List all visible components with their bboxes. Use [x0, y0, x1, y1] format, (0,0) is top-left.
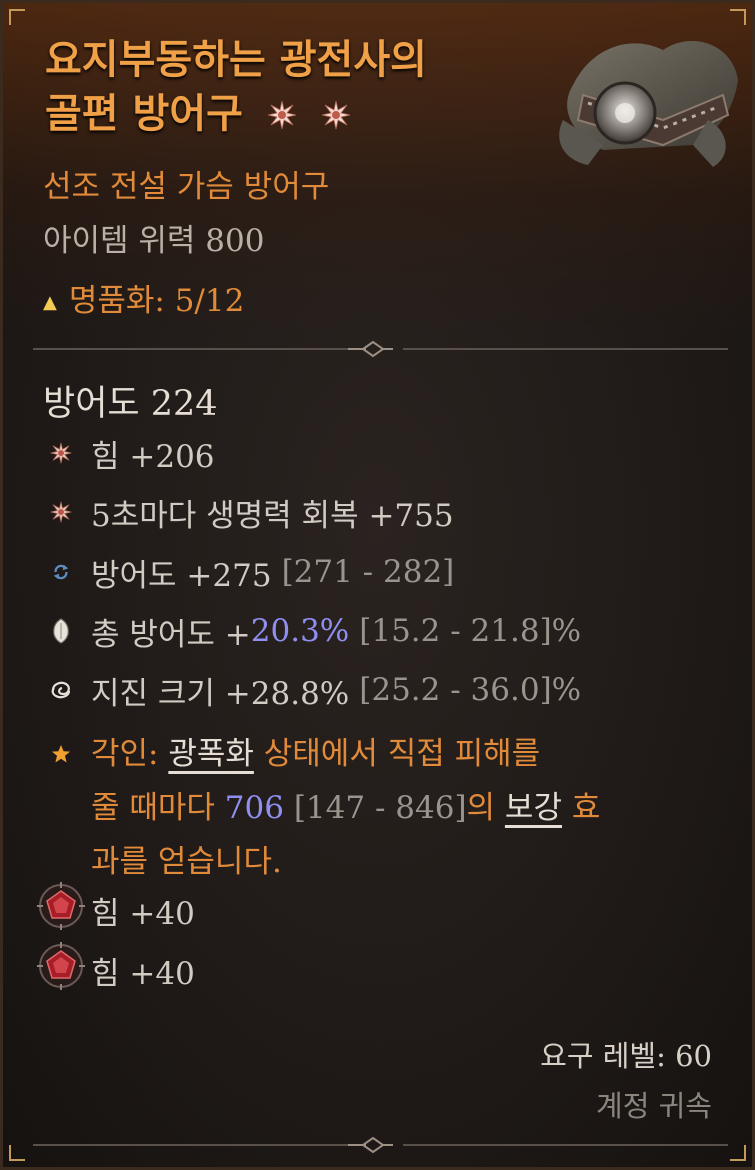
- aspect-label: 각인:: [91, 736, 169, 772]
- account-bound-label: 계정 귀속: [596, 1089, 712, 1123]
- legendary-aspect: 각인: 광폭화 상태에서 직접 피해를 줄 때마다 706 [147 - 846…: [43, 727, 723, 889]
- ruby-gem-icon: [37, 942, 91, 998]
- socket-row: 힘 +40: [37, 942, 195, 998]
- affix-highlight: 20.3%: [250, 613, 350, 649]
- shield-icon: [43, 613, 79, 649]
- frame-corner: [730, 9, 746, 25]
- masterwork-text: 명품화: 5/12: [68, 283, 245, 319]
- affix-text: 총 방어도 +: [91, 616, 251, 653]
- frame-corner: [730, 1145, 746, 1161]
- affix-range: [25.2 - 36.0]%: [359, 672, 582, 708]
- required-level: 요구 레벨: 60: [540, 1039, 712, 1073]
- ruby-gem-icon: [37, 882, 91, 938]
- section-divider: [33, 1136, 728, 1154]
- aspect-text: 상태에서 직접 피해를: [253, 736, 541, 772]
- affix-text: 방어도 +275: [91, 557, 272, 594]
- affix-text: 지진 크기 +28.8%: [91, 675, 350, 712]
- socket-text: 힘 +40: [91, 955, 195, 992]
- ancestral-mark-icon: [321, 90, 351, 144]
- star-icon: [43, 727, 79, 781]
- sun-star-icon: [43, 494, 79, 530]
- affix-row: 방어도 +275 [271 - 282]: [43, 550, 454, 594]
- aspect-range: [147 - 846]: [283, 790, 467, 826]
- sun-star-icon: [43, 435, 79, 471]
- reroll-icon: [43, 554, 79, 590]
- affix-row: 총 방어도 +20.3% [15.2 - 21.8]%: [43, 609, 581, 653]
- keyword-link-berserking[interactable]: 광폭화: [168, 736, 254, 772]
- aspect-text: 효: [561, 790, 601, 826]
- item-power: 아이템 위력 800: [43, 223, 265, 259]
- armor-value: 방어도 224: [43, 384, 218, 424]
- keyword-link-fortify[interactable]: 보강: [505, 790, 562, 826]
- affix-row: 힘 +206: [43, 431, 215, 475]
- affix-row: 지진 크기 +28.8% [25.2 - 36.0]%: [43, 668, 581, 712]
- masterwork-status: ▲ 명품화: 5/12: [43, 275, 244, 320]
- affix-text: 5초마다 생명력 회복 +755: [91, 497, 454, 534]
- chest-armor-image: [543, 25, 743, 175]
- affix-row: 5초마다 생명력 회복 +755: [43, 490, 454, 534]
- aspect-text: 줄 때마다: [91, 790, 225, 826]
- affix-text: 힘 +206: [91, 438, 215, 475]
- swirl-icon: [43, 672, 79, 708]
- item-type: 선조 전설 가슴 방어구: [43, 169, 330, 205]
- item-tooltip: 요지부동하는 광전사의 골편 방어구 선조 전설 가슴 방어구 아이템 위력 8…: [0, 0, 755, 1170]
- affix-range: [15.2 - 21.8]%: [359, 613, 582, 649]
- affix-range: [271 - 282]: [281, 554, 455, 590]
- item-name-line2: 골편 방어구: [45, 90, 243, 137]
- ancestral-mark-icon: [267, 90, 297, 144]
- item-name: 요지부동하는 광전사의 골편 방어구: [45, 33, 525, 144]
- aspect-value: 706: [224, 790, 284, 826]
- item-name-line1: 요지부동하는 광전사의: [45, 36, 427, 83]
- frame-corner: [9, 1145, 25, 1161]
- upgrade-triangle-icon: ▲: [43, 292, 57, 313]
- aspect-text: 과를 얻습니다.: [91, 844, 282, 880]
- frame-corner: [9, 9, 25, 25]
- aspect-text: 의: [466, 790, 505, 826]
- section-divider: [33, 340, 728, 358]
- socket-row: 힘 +40: [37, 882, 195, 938]
- socket-text: 힘 +40: [91, 895, 195, 932]
